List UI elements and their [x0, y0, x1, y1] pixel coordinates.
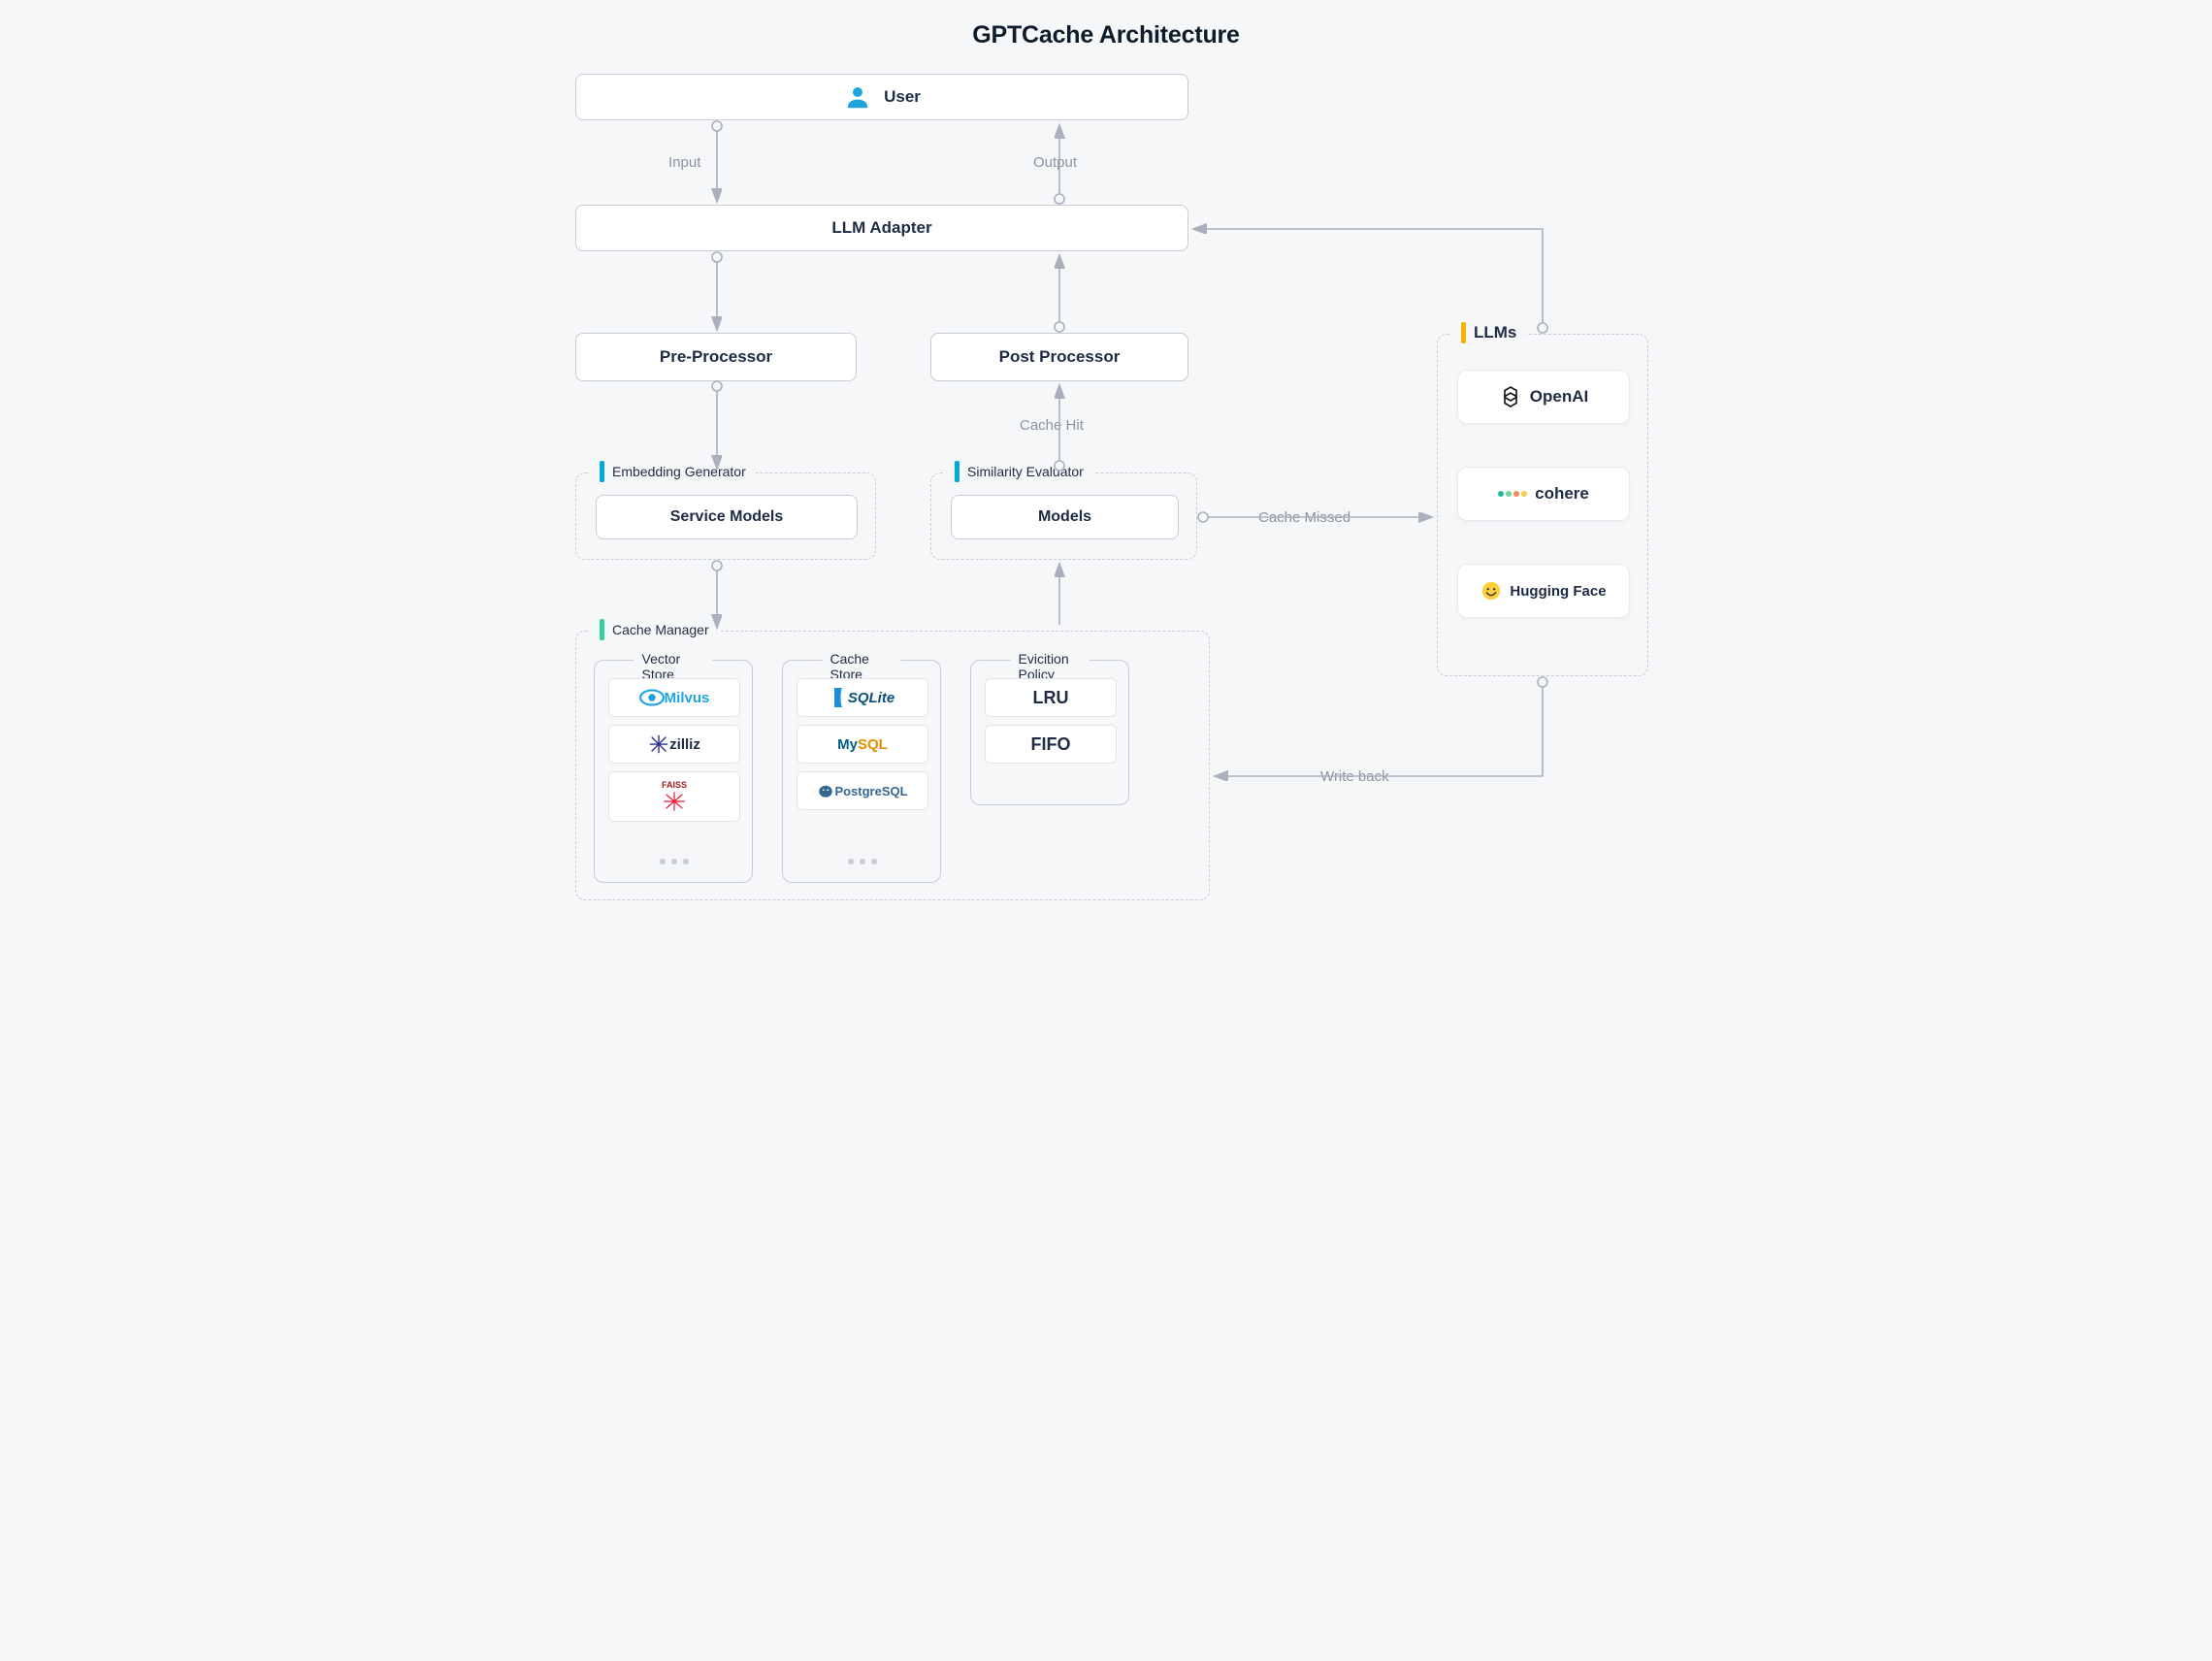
vector-store-item-faiss: FAISS	[608, 771, 740, 822]
user-icon: User	[843, 82, 921, 112]
cache-manager-panel: Cache Manager Vector Store Milvus zilliz…	[575, 631, 1210, 900]
section-bar-icon	[1461, 322, 1466, 343]
section-bar-icon	[600, 619, 604, 640]
vector-store-item-milvus: Milvus	[608, 678, 740, 717]
architecture-diagram: GPTCache Architecture User LLM Adapter P…	[492, 0, 1720, 923]
postgresql-icon	[817, 782, 834, 799]
milvus-icon	[639, 688, 665, 707]
more-icon	[608, 859, 740, 864]
diagram-title: GPTCache Architecture	[492, 21, 1720, 49]
similarity-evaluator-tab: Similarity Evaluator	[945, 461, 1093, 482]
eviction-policy-item-fifo: FIFO	[985, 725, 1117, 764]
pre-processor-box: Pre-Processor	[575, 333, 857, 381]
cache-store-item-sqlite: SQLite	[797, 678, 928, 717]
flow-label-output: Output	[1033, 154, 1077, 171]
cache-store-item-mysql: MySQL	[797, 725, 928, 764]
service-models-box: Service Models	[596, 495, 858, 539]
user-box: User	[575, 74, 1188, 120]
llm-adapter-box: LLM Adapter	[575, 205, 1188, 251]
cache-store-item-postgresql: PostgreSQL	[797, 771, 928, 810]
cache-store-panel: Cache Store SQLite MySQL PostgreSQL	[782, 660, 941, 883]
user-label: User	[884, 87, 921, 107]
flow-label-cache-missed: Cache Missed	[1258, 509, 1350, 526]
vector-store-panel: Vector Store Milvus zilliz FAISS	[594, 660, 753, 883]
embedding-generator-panel: Embedding Generator Service Models	[575, 472, 876, 560]
eviction-policy-panel: Evicition Policy LRU FIFO	[970, 660, 1129, 805]
huggingface-icon	[1480, 580, 1502, 602]
vector-store-item-zilliz: zilliz	[608, 725, 740, 764]
cohere-icon	[1498, 491, 1527, 497]
llm-item-openai: OpenAI	[1457, 370, 1630, 424]
embedding-generator-tab: Embedding Generator	[590, 461, 756, 482]
flow-label-input: Input	[668, 154, 700, 171]
llms-tab: LLMs	[1451, 322, 1526, 343]
llm-item-cohere: cohere	[1457, 467, 1630, 521]
zilliz-icon	[648, 733, 669, 755]
flow-label-cache-hit: Cache Hit	[1020, 417, 1084, 434]
llms-panel: LLMs OpenAI cohere Hugging Face	[1437, 334, 1648, 676]
eviction-policy-item-lru: LRU	[985, 678, 1117, 717]
llm-item-huggingface: Hugging Face	[1457, 564, 1630, 618]
openai-icon	[1499, 385, 1522, 408]
faiss-icon	[660, 790, 689, 813]
post-processor-box: Post Processor	[930, 333, 1188, 381]
flow-label-write-back: Write back	[1320, 768, 1389, 785]
models-box: Models	[951, 495, 1179, 539]
section-bar-icon	[600, 461, 604, 482]
section-bar-icon	[955, 461, 960, 482]
more-icon	[797, 859, 928, 864]
similarity-evaluator-panel: Similarity Evaluator Models	[930, 472, 1197, 560]
sqlite-icon	[830, 686, 848, 709]
cache-manager-tab: Cache Manager	[590, 619, 719, 640]
